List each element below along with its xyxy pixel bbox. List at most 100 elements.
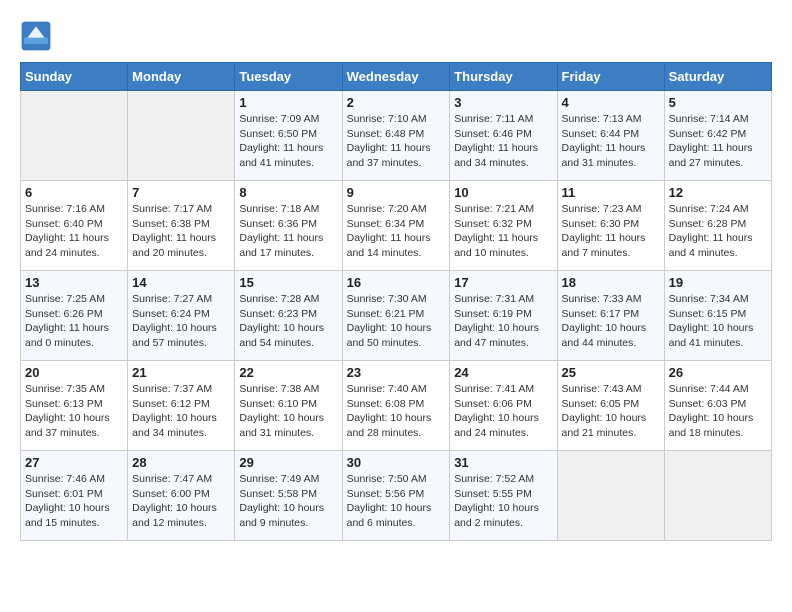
logo [20,20,56,52]
day-number: 21 [132,365,230,380]
day-info: Sunrise: 7:44 AMSunset: 6:03 PMDaylight:… [669,382,767,441]
calendar-cell: 26 Sunrise: 7:44 AMSunset: 6:03 PMDayligh… [664,361,771,451]
day-info: Sunrise: 7:38 AMSunset: 6:10 PMDaylight:… [239,382,337,441]
logo-icon [20,20,52,52]
day-info: Sunrise: 7:46 AMSunset: 6:01 PMDaylight:… [25,472,123,531]
day-info: Sunrise: 7:34 AMSunset: 6:15 PMDaylight:… [669,292,767,351]
day-info: Sunrise: 7:35 AMSunset: 6:13 PMDaylight:… [25,382,123,441]
day-info: Sunrise: 7:21 AMSunset: 6:32 PMDaylight:… [454,202,552,261]
calendar-cell: 11 Sunrise: 7:23 AMSunset: 6:30 PMDayligh… [557,181,664,271]
calendar-cell: 7 Sunrise: 7:17 AMSunset: 6:38 PMDaylight… [128,181,235,271]
calendar-cell: 6Sunrise: 7:16 AMSunset: 6:40 PMDaylight… [21,181,128,271]
day-info: Sunrise: 7:52 AMSunset: 5:55 PMDaylight:… [454,472,552,531]
calendar-cell: 31 Sunrise: 7:52 AMSunset: 5:55 PMDayligh… [450,451,557,541]
weekday-header-tuesday: Tuesday [235,63,342,91]
calendar-week-row: 1 Sunrise: 7:09 AMSunset: 6:50 PMDaylight… [21,91,772,181]
calendar-week-row: 13 Sunrise: 7:25 AMSunset: 6:26 PMDayligh… [21,271,772,361]
day-info: Sunrise: 7:33 AMSunset: 6:17 PMDaylight:… [562,292,660,351]
day-number: 14 [132,275,230,290]
day-number: 30 [347,455,446,470]
day-info: Sunrise: 7:37 AMSunset: 6:12 PMDaylight:… [132,382,230,441]
day-number: 15 [239,275,337,290]
calendar-cell: 16 Sunrise: 7:30 AMSunset: 6:21 PMDayligh… [342,271,450,361]
day-info: Sunrise: 7:47 AMSunset: 6:00 PMDaylight:… [132,472,230,531]
calendar-cell [557,451,664,541]
calendar-week-row: 27 Sunrise: 7:46 AMSunset: 6:01 PMDayligh… [21,451,772,541]
calendar-cell: 28 Sunrise: 7:47 AMSunset: 6:00 PMDayligh… [128,451,235,541]
day-info: Sunrise: 7:17 AMSunset: 6:38 PMDaylight:… [132,202,230,261]
day-info: Sunrise: 7:31 AMSunset: 6:19 PMDaylight:… [454,292,552,351]
day-number: 22 [239,365,337,380]
calendar-cell: 27 Sunrise: 7:46 AMSunset: 6:01 PMDayligh… [21,451,128,541]
day-info: Sunrise: 7:13 AMSunset: 6:44 PMDaylight:… [562,112,660,171]
calendar-header: SundayMondayTuesdayWednesdayThursdayFrid… [21,63,772,91]
day-info: Sunrise: 7:41 AMSunset: 6:06 PMDaylight:… [454,382,552,441]
calendar-cell: 29 Sunrise: 7:49 AMSunset: 5:58 PMDayligh… [235,451,342,541]
day-info: Sunrise: 7:24 AMSunset: 6:28 PMDaylight:… [669,202,767,261]
day-number: 7 [132,185,230,200]
calendar-cell: 24 Sunrise: 7:41 AMSunset: 6:06 PMDayligh… [450,361,557,451]
day-number: 10 [454,185,552,200]
calendar-cell: 25 Sunrise: 7:43 AMSunset: 6:05 PMDayligh… [557,361,664,451]
day-number: 19 [669,275,767,290]
day-info: Sunrise: 7:10 AMSunset: 6:48 PMDaylight:… [347,112,446,171]
day-info: Sunrise: 7:23 AMSunset: 6:30 PMDaylight:… [562,202,660,261]
day-number: 1 [239,95,337,110]
day-info: Sunrise: 7:49 AMSunset: 5:58 PMDaylight:… [239,472,337,531]
calendar-cell: 22 Sunrise: 7:38 AMSunset: 6:10 PMDayligh… [235,361,342,451]
calendar-week-row: 20 Sunrise: 7:35 AMSunset: 6:13 PMDayligh… [21,361,772,451]
calendar-cell: 23 Sunrise: 7:40 AMSunset: 6:08 PMDayligh… [342,361,450,451]
day-number: 3 [454,95,552,110]
calendar-cell: 10 Sunrise: 7:21 AMSunset: 6:32 PMDayligh… [450,181,557,271]
calendar-body: 1 Sunrise: 7:09 AMSunset: 6:50 PMDaylight… [21,91,772,541]
calendar-cell: 19 Sunrise: 7:34 AMSunset: 6:15 PMDayligh… [664,271,771,361]
day-number: 9 [347,185,446,200]
weekday-header-thursday: Thursday [450,63,557,91]
day-number: 29 [239,455,337,470]
day-info: Sunrise: 7:30 AMSunset: 6:21 PMDaylight:… [347,292,446,351]
day-number: 24 [454,365,552,380]
day-info: Sunrise: 7:09 AMSunset: 6:50 PMDaylight:… [239,112,337,171]
weekday-row: SundayMondayTuesdayWednesdayThursdayFrid… [21,63,772,91]
calendar-cell: 5 Sunrise: 7:14 AMSunset: 6:42 PMDaylight… [664,91,771,181]
calendar-cell: 3 Sunrise: 7:11 AMSunset: 6:46 PMDaylight… [450,91,557,181]
calendar-cell: 20 Sunrise: 7:35 AMSunset: 6:13 PMDayligh… [21,361,128,451]
calendar-cell: 17 Sunrise: 7:31 AMSunset: 6:19 PMDayligh… [450,271,557,361]
day-number: 31 [454,455,552,470]
calendar-cell [664,451,771,541]
weekday-header-wednesday: Wednesday [342,63,450,91]
weekday-header-monday: Monday [128,63,235,91]
day-info: Sunrise: 7:28 AMSunset: 6:23 PMDaylight:… [239,292,337,351]
day-number: 17 [454,275,552,290]
weekday-header-sunday: Sunday [21,63,128,91]
calendar-cell: 18Sunrise: 7:33 AMSunset: 6:17 PMDayligh… [557,271,664,361]
calendar-cell: 12Sunrise: 7:24 AMSunset: 6:28 PMDayligh… [664,181,771,271]
calendar-cell: 21 Sunrise: 7:37 AMSunset: 6:12 PMDayligh… [128,361,235,451]
calendar-cell: 30Sunrise: 7:50 AMSunset: 5:56 PMDayligh… [342,451,450,541]
day-number: 28 [132,455,230,470]
day-number: 20 [25,365,123,380]
day-number: 13 [25,275,123,290]
day-number: 8 [239,185,337,200]
day-number: 6 [25,185,123,200]
day-info: Sunrise: 7:11 AMSunset: 6:46 PMDaylight:… [454,112,552,171]
day-number: 26 [669,365,767,380]
day-number: 25 [562,365,660,380]
day-number: 5 [669,95,767,110]
day-number: 23 [347,365,446,380]
calendar-cell [128,91,235,181]
day-number: 16 [347,275,446,290]
calendar-cell: 1 Sunrise: 7:09 AMSunset: 6:50 PMDaylight… [235,91,342,181]
calendar-cell: 9Sunrise: 7:20 AMSunset: 6:34 PMDaylight… [342,181,450,271]
day-info: Sunrise: 7:40 AMSunset: 6:08 PMDaylight:… [347,382,446,441]
calendar-cell: 13 Sunrise: 7:25 AMSunset: 6:26 PMDayligh… [21,271,128,361]
day-info: Sunrise: 7:25 AMSunset: 6:26 PMDaylight:… [25,292,123,351]
calendar-cell: 4Sunrise: 7:13 AMSunset: 6:44 PMDaylight… [557,91,664,181]
day-info: Sunrise: 7:14 AMSunset: 6:42 PMDaylight:… [669,112,767,171]
day-info: Sunrise: 7:27 AMSunset: 6:24 PMDaylight:… [132,292,230,351]
day-info: Sunrise: 7:43 AMSunset: 6:05 PMDaylight:… [562,382,660,441]
day-number: 2 [347,95,446,110]
day-number: 11 [562,185,660,200]
weekday-header-saturday: Saturday [664,63,771,91]
day-number: 27 [25,455,123,470]
